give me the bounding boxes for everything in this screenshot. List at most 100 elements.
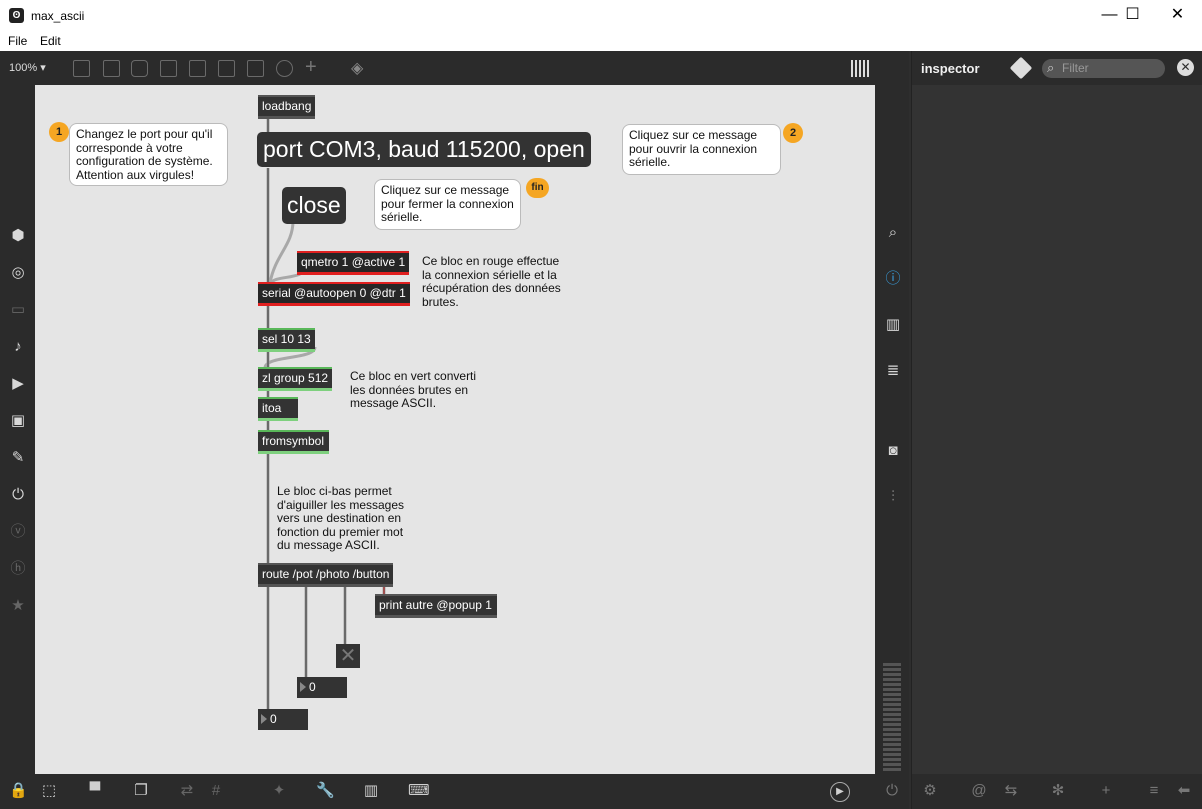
route-note: Le bloc ci-bas permet d'aiguiller les me… [277,484,405,553]
paperclip-icon[interactable]: ✎ [9,449,27,467]
patcher-toolbar: 100% ▾ + ◈ [0,51,909,85]
at-icon[interactable]: @ [970,782,988,800]
pin-icon[interactable] [1009,56,1033,80]
book-icon[interactable]: ▥ [884,316,902,334]
comment-bubble-icon[interactable]: ▀ [86,782,104,800]
settings-icon[interactable]: ⚙ [921,782,939,800]
route-note-line: fonction du premier mot [277,524,404,539]
swap-icon[interactable]: ⇆ [1002,782,1020,800]
menu-bar: File Edit [0,32,1202,51]
bubble-open-connection: Cliquez sur ce message pour ouvrir la co… [622,124,781,175]
zoom-select[interactable]: 100% ▾ [9,61,46,74]
layers-icon[interactable]: ❐ [132,782,150,800]
badge-fin: fin [526,178,549,198]
number-box-pot[interactable]: 0 [258,709,308,730]
red-note-line: la connexion sérielle et la [422,267,557,282]
comment-icon[interactable] [131,60,148,77]
presentation-icon[interactable]: ⬚ [40,782,58,800]
red-block-note: Ce bloc en rouge effectue la connexion s… [422,254,561,309]
power-icon[interactable]: ⏻ [883,782,901,800]
inspector-panel: inspector Filter ⌕ ✕ ⚙ @ ⇆ ✻ + ≡ ⬅ [911,51,1202,809]
filter-input[interactable]: Filter [1042,59,1165,78]
bubble-change-port: Changez le port pour qu'il corresponde à… [69,123,228,186]
green-note-line: Ce bloc en vert converti [350,369,477,383]
add-icon[interactable]: + [1097,782,1115,800]
history-icon[interactable]: ⓗ [9,560,27,578]
transport-play-icon[interactable]: ▶ [830,782,850,802]
target-icon[interactable]: ◎ [9,264,27,282]
zl-group-object[interactable]: zl group 512 [258,367,333,391]
bubble-fin-line: pour fermer la connexion [381,196,514,211]
menu-icon[interactable]: ≡ [1145,782,1163,800]
badge-1: 1 [49,122,69,142]
bpatcher-icon[interactable]: ▭ [9,301,27,319]
serial-object[interactable]: serial @autoopen 0 @dtr 1 [258,282,410,306]
route-note-line: du message ASCII. [277,538,380,552]
play-icon[interactable] [218,60,235,77]
close-window-button[interactable]: ✕ [1155,0,1200,32]
route-object[interactable]: route /pot /photo /button [258,563,394,587]
vizzie-icon[interactable]: ⓥ [9,523,27,541]
route-note-line: d'aiguiller les messages [277,497,405,512]
menu-edit[interactable]: Edit [40,34,61,48]
qmetro-object[interactable]: qmetro 1 @active 1 [297,251,410,275]
port-open-message[interactable]: port COM3, baud 115200, open [257,132,591,167]
bubble1-line: configuration de système. [76,154,213,168]
print-object[interactable]: print autre @popup 1 [375,594,497,618]
grid-snap-icon[interactable]: # [207,782,225,800]
piano-icon[interactable]: ▥ [362,782,380,800]
connect-icon[interactable]: ✦ [270,782,288,800]
bubble-fin-line: Cliquez sur ce message [381,183,510,197]
plug-icon[interactable]: ⏻ [9,486,27,504]
bubble2-line: Cliquez sur ce message [629,128,758,142]
route-note-line: Le bloc ci-bas permet [277,484,392,498]
patcher-canvas[interactable]: loadbang port COM3, baud 115200, open cl… [35,85,875,774]
level-meter [883,663,901,771]
back-arrow-icon[interactable]: ⬅ [1175,782,1193,800]
itoa-object[interactable]: itoa [258,397,298,421]
fromsymbol-object[interactable]: fromsymbol [258,430,329,454]
sel-object[interactable]: sel 10 13 [258,328,315,352]
debug-icon[interactable]: ⇄ [178,782,196,800]
list-icon[interactable]: ≣ [884,362,902,380]
loadbang-object[interactable]: loadbang [258,95,316,119]
star-icon[interactable]: ★ [9,597,27,615]
new-object-icon[interactable] [73,60,90,77]
maximize-button[interactable]: ☐ [1110,0,1155,32]
search-icon[interactable]: ⌕ [884,224,902,242]
dial-icon[interactable] [276,60,293,77]
badge-2: 2 [783,123,803,143]
cube-icon[interactable]: ⬢ [9,227,27,245]
title-bar: ʘ max_ascii — ☐ ✕ [0,0,1202,32]
slider-icon[interactable] [247,60,264,77]
video-icon[interactable]: ▶ [9,375,27,393]
menu-file[interactable]: File [8,34,27,48]
fill-color-icon[interactable]: ◈ [351,58,363,78]
right-sidebar: ⌕ ⓘ ▥ ≣ ◙ ⫶ [875,85,909,774]
toggle-button[interactable]: ✕ [336,644,360,668]
bubble2-line: pour ouvrir la connexion [629,141,758,156]
lock-icon[interactable]: 🔒 [9,782,28,800]
bubble2-line: sérielle. [629,155,671,169]
toggle-icon[interactable] [160,60,177,77]
close-message[interactable]: close [282,187,346,224]
grid-icon[interactable] [851,60,871,77]
window-title: max_ascii [31,9,85,23]
image-icon[interactable]: ▣ [9,412,27,430]
green-note-line: message ASCII. [350,396,437,410]
snapshot-icon[interactable]: ◙ [884,442,902,460]
inspector-header: inspector Filter ⌕ ✕ [912,51,1202,85]
button-icon[interactable] [189,60,206,77]
music-note-icon[interactable]: ♪ [9,338,27,356]
snowflake-icon[interactable]: ✻ [1049,782,1067,800]
clear-filter-icon[interactable]: ✕ [1177,59,1194,76]
bubble-fin-line: sérielle. [381,210,423,224]
info-icon[interactable]: ⓘ [884,270,902,288]
new-message-icon[interactable] [103,60,120,77]
keyboard-icon[interactable]: ⌨ [408,782,430,800]
add-object-icon[interactable]: + [305,56,317,79]
number-box-photo[interactable]: 0 [297,677,347,698]
app-window: ʘ max_ascii — ☐ ✕ File Edit 100% ▾ + ◈ ⬢… [0,0,1202,809]
wrench-icon[interactable]: 🔧 [316,782,335,800]
mixer-icon[interactable]: ⫶ [884,488,902,506]
